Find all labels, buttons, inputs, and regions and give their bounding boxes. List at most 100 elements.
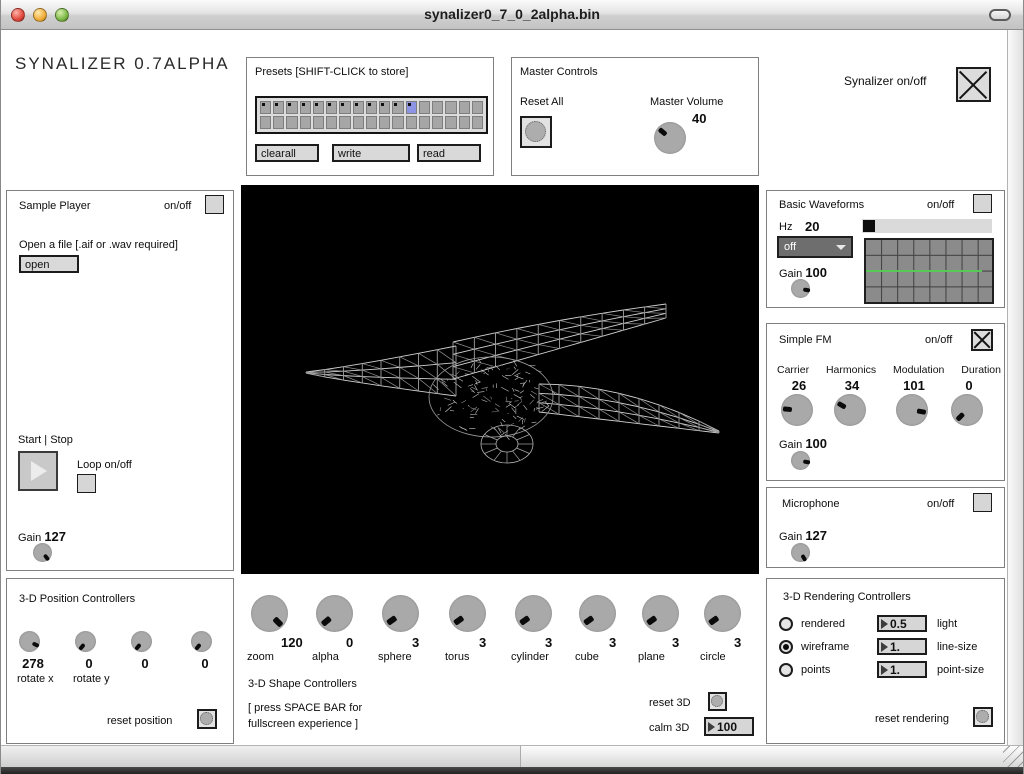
preset-cell[interactable] bbox=[273, 116, 284, 129]
sample-gain-label: Gain 127 bbox=[18, 529, 66, 544]
preset-cell[interactable] bbox=[286, 101, 297, 114]
preset-cell[interactable] bbox=[366, 101, 377, 114]
fm-knob-carrier[interactable] bbox=[781, 394, 813, 426]
play-button[interactable] bbox=[18, 451, 58, 491]
reset-position-bang-button[interactable] bbox=[197, 709, 217, 729]
reset-rendering-bang-button[interactable] bbox=[973, 707, 993, 727]
preset-cell[interactable] bbox=[339, 101, 350, 114]
shape-knob-cylinder[interactable] bbox=[515, 595, 552, 632]
reset-all-bang-button[interactable] bbox=[520, 116, 552, 148]
preset-cell[interactable] bbox=[379, 101, 390, 114]
light-numbox[interactable]: 0.5 bbox=[877, 615, 927, 632]
preset-cell[interactable] bbox=[313, 116, 324, 129]
preset-cell[interactable] bbox=[419, 101, 430, 114]
preset-cell[interactable] bbox=[459, 116, 470, 129]
preset-cell[interactable] bbox=[353, 116, 364, 129]
fm-knob-modulation[interactable] bbox=[896, 394, 928, 426]
shape-knob-alpha[interactable] bbox=[316, 595, 353, 632]
line-size-numbox[interactable]: 1. bbox=[877, 638, 927, 655]
preset-cell[interactable] bbox=[326, 116, 337, 129]
preset-cell[interactable] bbox=[392, 116, 403, 129]
preset-cell[interactable] bbox=[339, 116, 350, 129]
fm-gain-label: Gain 100 bbox=[779, 436, 827, 451]
loop-toggle[interactable] bbox=[77, 474, 96, 493]
shape-knob-plane[interactable] bbox=[642, 595, 679, 632]
horizontal-scrollbar-thumb[interactable] bbox=[1, 746, 521, 767]
synalizer-onoff-toggle[interactable] bbox=[956, 67, 991, 102]
hz-slider-thumb[interactable] bbox=[863, 220, 875, 232]
preset-cell[interactable] bbox=[432, 116, 443, 129]
position-knob-4[interactable] bbox=[191, 631, 212, 652]
fm-knob-label-modulation: Modulation bbox=[893, 364, 944, 376]
write-button[interactable]: write bbox=[332, 144, 410, 162]
preset-cell[interactable] bbox=[273, 101, 284, 114]
preset-cell[interactable] bbox=[313, 101, 324, 114]
vertical-scrollbar[interactable] bbox=[1007, 30, 1024, 745]
preset-cell[interactable] bbox=[286, 116, 297, 129]
render-mode-radio-rendered[interactable] bbox=[779, 617, 793, 631]
preset-cell[interactable] bbox=[459, 101, 470, 114]
titlebar[interactable]: synalizer0_7_0_2alpha.bin bbox=[1, 0, 1023, 30]
preset-cell[interactable] bbox=[260, 101, 271, 114]
preset-cell[interactable] bbox=[445, 101, 456, 114]
fm-knob-label-carrier: Carrier bbox=[777, 364, 809, 376]
mic-onoff-toggle[interactable] bbox=[973, 493, 992, 512]
bw-gain-knob[interactable] bbox=[791, 279, 810, 298]
fm-knob-duration[interactable] bbox=[951, 394, 983, 426]
mic-gain-knob[interactable] bbox=[791, 543, 810, 562]
preset-cell[interactable] bbox=[353, 101, 364, 114]
shape-knob-zoom[interactable] bbox=[251, 595, 288, 632]
position-knob-2[interactable] bbox=[75, 631, 96, 652]
preset-cell[interactable] bbox=[392, 101, 403, 114]
hz-slider[interactable] bbox=[862, 219, 992, 233]
render-mode-label-wireframe: wireframe bbox=[801, 641, 849, 653]
window-title: synalizer0_7_0_2alpha.bin bbox=[1, 6, 1023, 22]
preset-cell[interactable] bbox=[379, 116, 390, 129]
resize-grip[interactable] bbox=[1003, 746, 1024, 768]
fm-value-duration: 0 bbox=[949, 378, 989, 393]
mic-gain-label: Gain 127 bbox=[779, 528, 827, 543]
preset-cell[interactable] bbox=[432, 101, 443, 114]
render-box-label-point-size: point-size bbox=[937, 664, 984, 676]
position-knob-1[interactable] bbox=[19, 631, 40, 652]
shape-knob-sphere[interactable] bbox=[382, 595, 419, 632]
fm-knob-harmonics[interactable] bbox=[834, 394, 866, 426]
master-volume-knob[interactable] bbox=[654, 122, 686, 154]
shape-knob-circle[interactable] bbox=[704, 595, 741, 632]
sample-onoff-toggle[interactable] bbox=[205, 195, 224, 214]
preset-cell[interactable] bbox=[300, 116, 311, 129]
open-button[interactable]: open bbox=[19, 255, 79, 273]
shape-label-plane: plane bbox=[638, 651, 665, 663]
reset-3d-bang-button[interactable] bbox=[708, 692, 727, 711]
sample-gain-knob[interactable] bbox=[33, 543, 52, 562]
preset-grid[interactable] bbox=[255, 96, 488, 134]
preset-cell[interactable] bbox=[445, 116, 456, 129]
shape-knob-torus[interactable] bbox=[449, 595, 486, 632]
preset-cell[interactable] bbox=[406, 116, 417, 129]
fm-onoff-toggle[interactable] bbox=[971, 329, 993, 351]
preset-cell[interactable] bbox=[406, 101, 417, 114]
waveform-select-dropdown[interactable]: off bbox=[777, 236, 853, 258]
preset-cell[interactable] bbox=[366, 116, 377, 129]
preset-cell[interactable] bbox=[326, 101, 337, 114]
bw-onoff-toggle[interactable] bbox=[973, 194, 992, 213]
simple-fm-panel: Simple FM on/off CarrierHarmonicsModulat… bbox=[766, 323, 1005, 481]
calm-3d-numbox[interactable]: 100 bbox=[704, 717, 754, 736]
read-button[interactable]: read bbox=[417, 144, 481, 162]
window-bottom-edge bbox=[1, 767, 1024, 774]
point-size-numbox[interactable]: 1. bbox=[877, 661, 927, 678]
patch-canvas: SYNALIZER 0.7ALPHA Presets [SHIFT-CLICK … bbox=[1, 30, 1024, 745]
preset-cell[interactable] bbox=[472, 116, 483, 129]
fm-gain-knob[interactable] bbox=[791, 451, 810, 470]
render-mode-radio-points[interactable] bbox=[779, 663, 793, 677]
shape-knob-cube[interactable] bbox=[579, 595, 616, 632]
toolbar-pill-button[interactable] bbox=[989, 9, 1011, 21]
preset-cell[interactable] bbox=[300, 101, 311, 114]
horizontal-scrollbar[interactable] bbox=[1, 745, 1024, 767]
clearall-button[interactable]: clearall bbox=[255, 144, 319, 162]
render-mode-radio-wireframe[interactable] bbox=[779, 640, 793, 654]
preset-cell[interactable] bbox=[260, 116, 271, 129]
preset-cell[interactable] bbox=[419, 116, 430, 129]
preset-cell[interactable] bbox=[472, 101, 483, 114]
position-knob-3[interactable] bbox=[131, 631, 152, 652]
